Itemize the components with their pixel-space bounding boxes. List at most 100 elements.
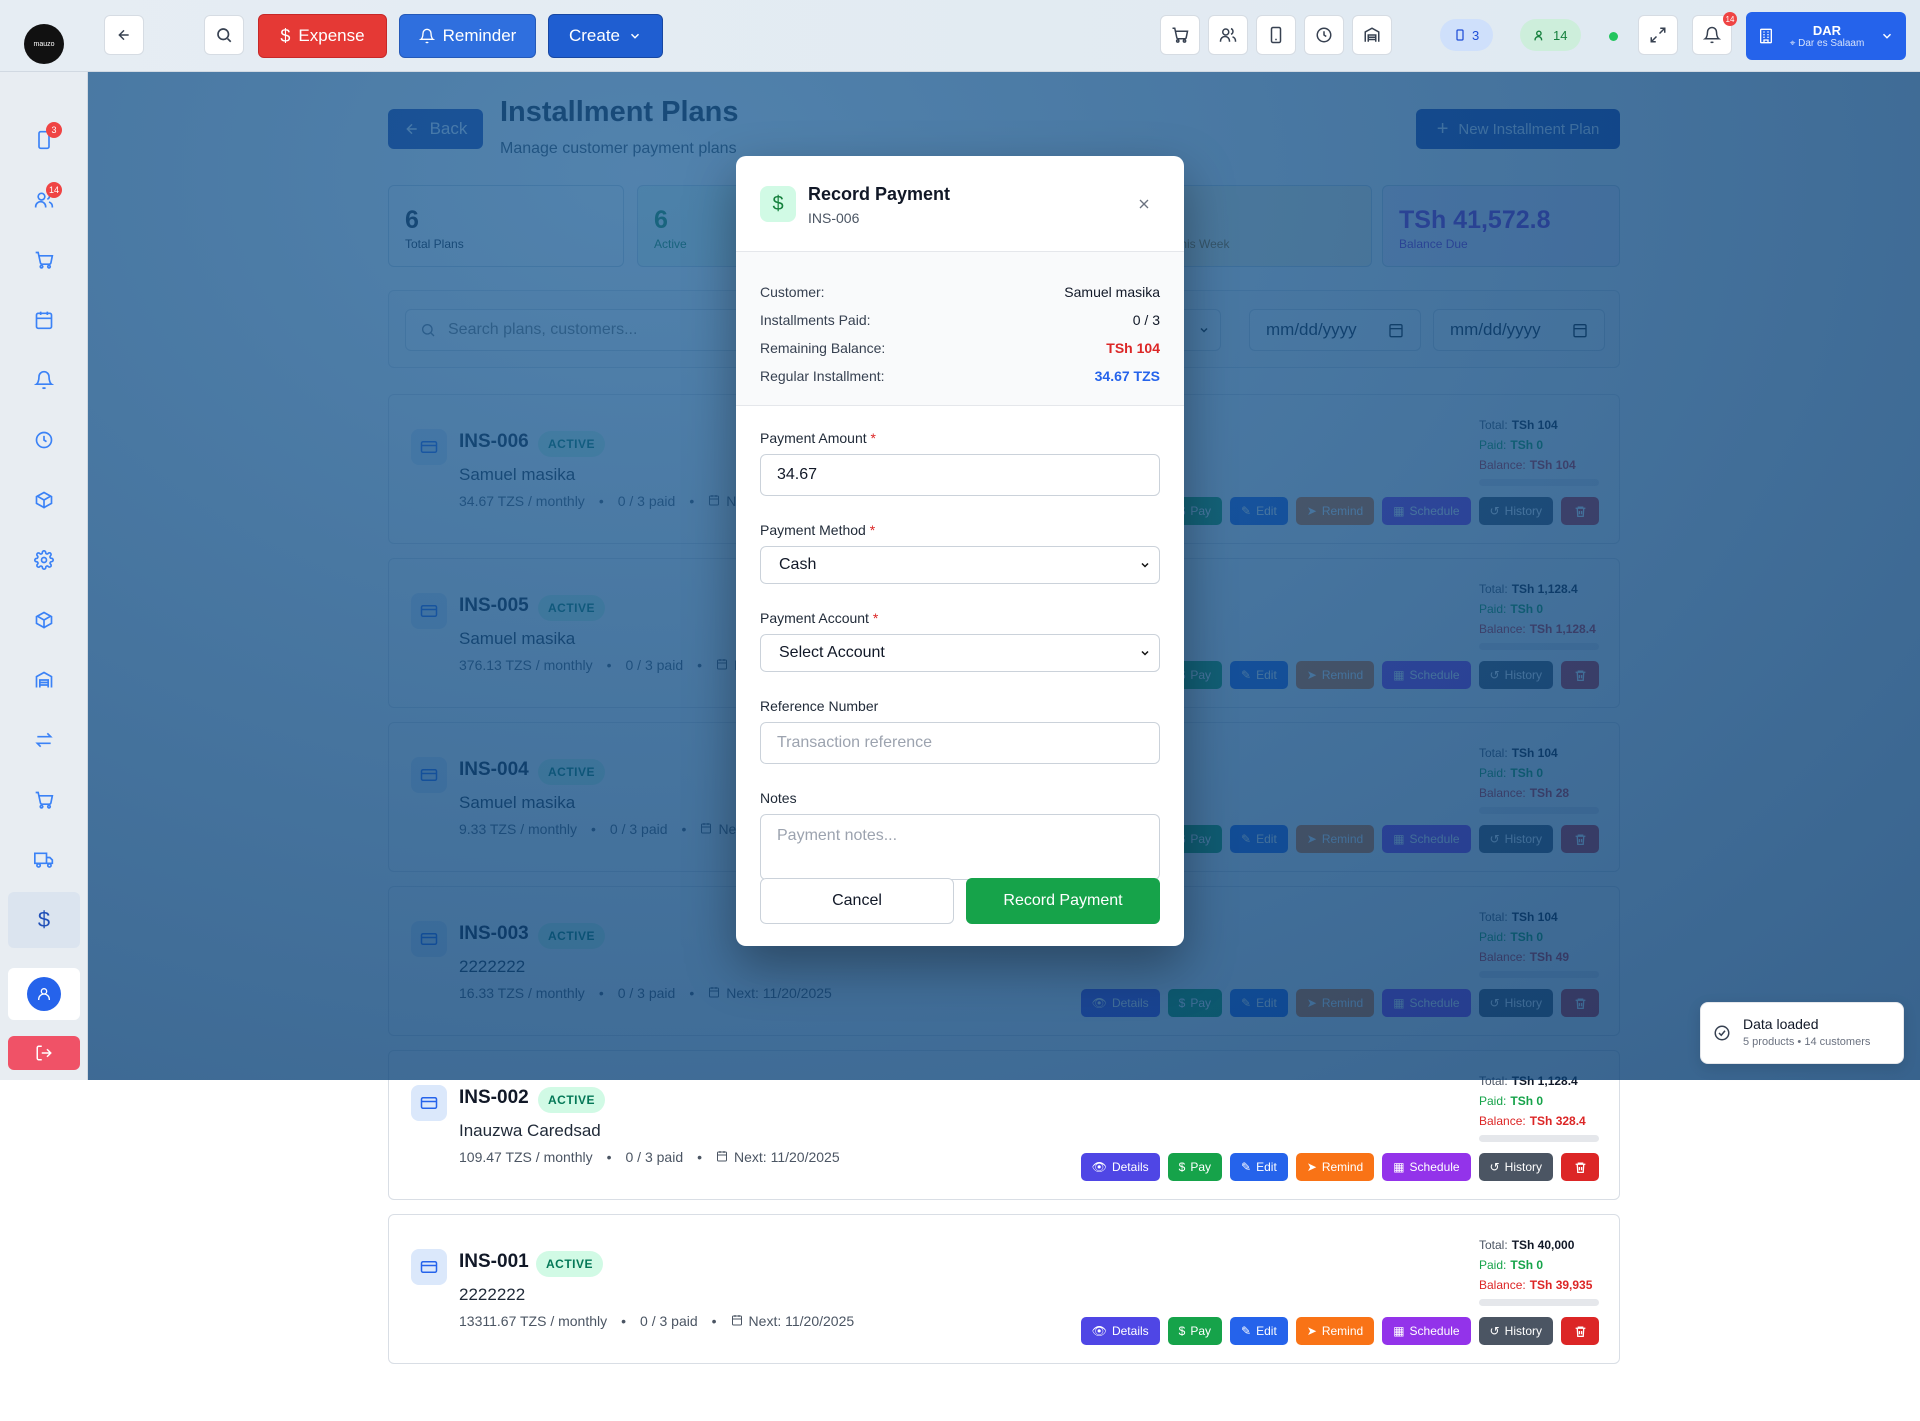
pay-button[interactable]: $Pay xyxy=(1167,989,1223,1017)
sidebar-item-products[interactable] xyxy=(22,598,66,642)
edit-button[interactable]: ✎ Edit xyxy=(1230,1153,1288,1181)
notes-textarea[interactable]: Payment notes... xyxy=(760,814,1160,880)
record-payment-modal: $ Record Payment INS-006 Customer: Samuel… xyxy=(736,156,1184,946)
customers-count-pill[interactable]: 14 xyxy=(1520,19,1582,51)
payment-account-select[interactable]: Select Account xyxy=(760,634,1160,672)
sidebar-item-settings[interactable] xyxy=(22,538,66,582)
create-dropdown-button[interactable]: Create xyxy=(548,14,663,58)
cancel-button[interactable]: Cancel xyxy=(760,878,954,924)
history-button[interactable]: ↺ History xyxy=(1478,1153,1553,1181)
expense-button[interactable]: $ Expense xyxy=(258,14,387,58)
delete-button[interactable] xyxy=(1561,497,1599,525)
fullscreen-button[interactable] xyxy=(1638,15,1678,55)
payment-method-select[interactable]: Cash xyxy=(760,546,1160,584)
history-button[interactable]: ↺ History xyxy=(1478,497,1553,525)
sidebar-item-inventory[interactable] xyxy=(22,478,66,522)
sidebar-item-customers[interactable]: 14 xyxy=(22,178,66,222)
history-button[interactable]: ↺ History xyxy=(1478,1317,1553,1345)
plan-id[interactable]: INS-004 xyxy=(459,759,529,781)
notifications-button[interactable]: 14 xyxy=(1692,12,1737,55)
edit-button[interactable]: ✎ Edit xyxy=(1230,989,1288,1017)
back-arrow-button[interactable] xyxy=(104,15,144,55)
reference-number-input[interactable]: Transaction reference xyxy=(760,722,1160,764)
page-back-button[interactable]: Back xyxy=(388,109,483,149)
schedule-button[interactable]: ▦ Schedule xyxy=(1382,661,1471,689)
send-icon: ➤ xyxy=(1306,832,1317,846)
delete-button[interactable] xyxy=(1561,989,1599,1017)
remind-button[interactable]: ➤ Remind xyxy=(1295,1317,1375,1345)
app-logo[interactable]: mauzo xyxy=(24,24,64,64)
plan-id[interactable]: INS-003 xyxy=(459,923,529,945)
record-payment-button[interactable]: Record Payment xyxy=(966,878,1160,924)
payment-amount-input[interactable]: 34.67 xyxy=(760,454,1160,496)
date-to-input[interactable]: mm/dd/yyyy xyxy=(1433,309,1605,351)
search-button[interactable] xyxy=(204,15,244,55)
sidebar-item-transfers[interactable] xyxy=(22,718,66,762)
calendar-icon xyxy=(700,821,712,837)
cart-icon xyxy=(35,251,54,269)
date-from-input[interactable]: mm/dd/yyyy xyxy=(1249,309,1421,351)
trash-icon xyxy=(1575,1162,1585,1173)
edit-button[interactable]: ✎ Edit xyxy=(1230,1317,1288,1345)
details-button[interactable]: 👁Details xyxy=(1080,1317,1160,1345)
remind-button[interactable]: ➤ Remind xyxy=(1295,825,1375,853)
remind-button[interactable]: ➤ Remind xyxy=(1295,661,1375,689)
schedule-button[interactable]: ▦ Schedule xyxy=(1382,497,1471,525)
plan-id[interactable]: INS-001 xyxy=(459,1251,529,1273)
branch-selector[interactable]: DAR ⌖ Dar es Salaam xyxy=(1746,12,1906,60)
search-icon xyxy=(422,324,435,337)
plan-id[interactable]: INS-005 xyxy=(459,595,529,617)
remind-button[interactable]: ➤ Remind xyxy=(1295,1153,1375,1181)
devices-button[interactable] xyxy=(1256,15,1296,55)
history-button[interactable]: ↺ History xyxy=(1478,661,1553,689)
history-button[interactable]: ↺ History xyxy=(1478,989,1553,1017)
sidebar-item-calendar[interactable] xyxy=(22,298,66,342)
logout-button[interactable] xyxy=(8,1036,80,1070)
schedule-button[interactable]: ▦ Schedule xyxy=(1382,825,1471,853)
status-badge: ACTIVE xyxy=(538,1087,606,1113)
schedule-button[interactable]: ▦ Schedule xyxy=(1382,1153,1471,1181)
pay-button[interactable]: $Pay xyxy=(1167,1153,1223,1181)
history-button[interactable] xyxy=(1304,15,1344,55)
customers-button[interactable] xyxy=(1208,15,1248,55)
calendar-icon xyxy=(716,1149,728,1165)
edit-button[interactable]: ✎ Edit xyxy=(1230,497,1288,525)
remind-button[interactable]: ➤ Remind xyxy=(1295,497,1375,525)
delete-button[interactable] xyxy=(1561,1153,1599,1181)
pos-button[interactable] xyxy=(1160,15,1200,55)
sidebar-item-warehouse[interactable] xyxy=(22,658,66,702)
sidebar-item-reminders[interactable] xyxy=(22,358,66,402)
schedule-button[interactable]: ▦ Schedule xyxy=(1382,1317,1471,1345)
remind-button[interactable]: ➤ Remind xyxy=(1295,989,1375,1017)
warehouse-button[interactable] xyxy=(1352,15,1392,55)
history-button[interactable]: ↺ History xyxy=(1478,825,1553,853)
details-button[interactable]: 👁Details xyxy=(1080,1153,1160,1181)
delete-button[interactable] xyxy=(1561,825,1599,853)
pay-button[interactable]: $Pay xyxy=(1167,1317,1223,1345)
phone-icon xyxy=(1456,29,1464,41)
plan-id[interactable]: INS-006 xyxy=(459,431,529,453)
plan-id[interactable]: INS-002 xyxy=(459,1087,529,1109)
sidebar-item-pos[interactable] xyxy=(22,238,66,282)
close-icon[interactable] xyxy=(1134,194,1154,214)
sidebar-item-installments[interactable]: $ xyxy=(8,892,80,948)
details-button[interactable]: 👁Details xyxy=(1080,989,1160,1017)
stat-total-plans: 6 Total Plans xyxy=(388,185,624,267)
reminder-button[interactable]: Reminder xyxy=(399,14,536,58)
devices-count-pill[interactable]: 3 xyxy=(1440,19,1494,51)
schedule-button[interactable]: ▦ Schedule xyxy=(1382,989,1471,1017)
sidebar-item-orders[interactable]: 3 xyxy=(22,118,66,162)
delete-button[interactable] xyxy=(1561,1317,1599,1345)
edit-button[interactable]: ✎ Edit xyxy=(1230,825,1288,853)
sidebar-item-delivery[interactable] xyxy=(22,838,66,882)
credit-card-icon xyxy=(411,429,447,465)
delete-button[interactable] xyxy=(1561,661,1599,689)
truck-icon xyxy=(34,852,54,868)
new-installment-plan-button[interactable]: + New Installment Plan xyxy=(1416,109,1620,149)
sidebar-item-history[interactable] xyxy=(22,418,66,462)
summary-installments: 0 / 3 xyxy=(1132,312,1160,328)
user-profile-button[interactable] xyxy=(8,968,80,1020)
edit-button[interactable]: ✎ Edit xyxy=(1230,661,1288,689)
plan-customer: Samuel masika xyxy=(459,629,576,648)
sidebar-item-purchases[interactable] xyxy=(22,778,66,822)
